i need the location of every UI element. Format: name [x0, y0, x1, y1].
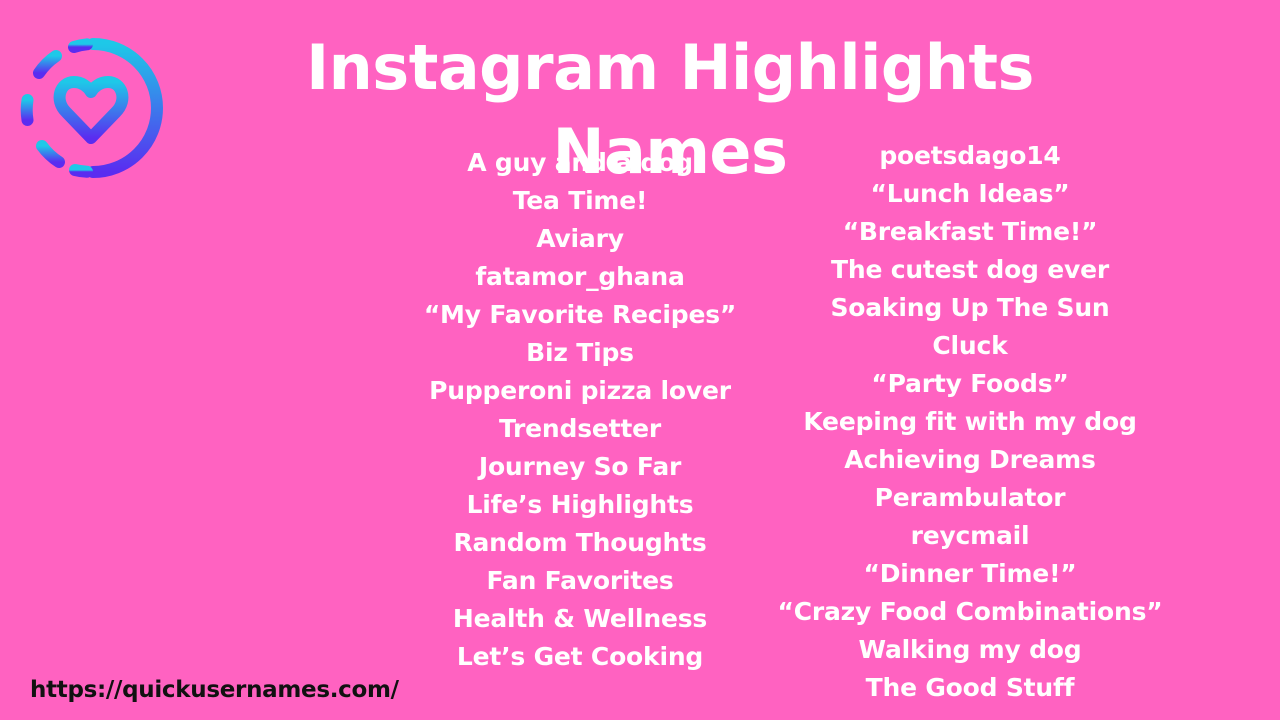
highlight-name-item: A guy and a dog: [467, 148, 693, 177]
highlight-name-item: fatamor_ghana: [475, 262, 685, 291]
dash-segment: [69, 164, 93, 178]
highlight-name-item: Pupperoni pizza lover: [429, 376, 731, 405]
highlight-name-item: Keeping fit with my dog: [803, 407, 1137, 436]
highlight-name-item: Cluck: [932, 331, 1008, 360]
highlight-name-item: Let’s Get Cooking: [456, 642, 704, 671]
dash-segment: [20, 94, 34, 126]
highlight-name-item: “Crazy Food Combinations”: [777, 597, 1163, 626]
highlight-name-item: Random Thoughts: [453, 528, 707, 557]
heart-shape: [53, 76, 129, 144]
highlight-name-item: Health & Wellness: [452, 604, 708, 633]
highlight-name-item: poetsdago14: [879, 141, 1061, 170]
highlight-name-item: “Party Foods”: [871, 369, 1069, 398]
website-url: https://quickusernames.com/: [30, 677, 399, 703]
dash-segment: [68, 38, 93, 53]
highlight-name-item: Achieving Dreams: [844, 445, 1096, 474]
highlight-name-item: “Lunch Ideas”: [870, 179, 1070, 208]
heart-in-dashed-circle-icon: [16, 34, 164, 182]
dash-segment: [33, 50, 62, 79]
highlight-name-item: Aviary: [536, 224, 624, 253]
highlight-name-item: Tea Time!: [512, 186, 648, 215]
highlight-name-item: Journey So Far: [478, 452, 682, 481]
highlight-name-item: Perambulator: [874, 483, 1066, 512]
highlight-name-item: Trendsetter: [498, 414, 662, 443]
highlight-name-item: Biz Tips: [526, 338, 634, 367]
highlight-name-item: Life’s Highlights: [466, 490, 694, 519]
highlight-name-item: “Dinner Time!”: [863, 559, 1077, 588]
highlight-name-item: Fan Favorites: [486, 566, 674, 595]
highlight-name-item: The Good Stuff: [865, 673, 1075, 702]
dash-segment: [36, 140, 65, 168]
names-list-left: A guy and a dog Tea Time! Aviary fatamor_gh…: [400, 144, 760, 676]
highlight-name-item: Walking my dog: [858, 635, 1082, 664]
highlight-name-item: “Breakfast Time!”: [842, 217, 1098, 246]
highlight-name-item: reycmail: [910, 521, 1030, 550]
highlight-name-item: Soaking Up The Sun: [830, 293, 1110, 322]
highlight-name-item: “My Favorite Recipes”: [423, 300, 737, 329]
logo-svg: [20, 38, 163, 178]
names-list-right: poetsdago14 “Lunch Ideas” “Breakfast Time!…: [760, 137, 1180, 707]
highlight-name-item: The cutest dog ever: [831, 255, 1109, 284]
